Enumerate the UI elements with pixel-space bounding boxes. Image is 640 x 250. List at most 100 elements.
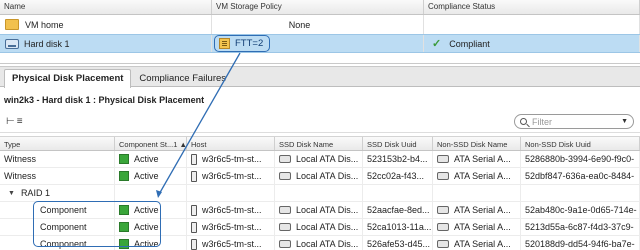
host-icon (191, 153, 197, 165)
cell-state: Active (134, 205, 159, 215)
cell-ssd-uuid: 523153b2-b4... (363, 151, 433, 167)
cell-state: Active (134, 222, 159, 232)
row-policy: None (288, 19, 311, 30)
row-name: VM home (25, 19, 64, 30)
row-compliance: Compliant (449, 38, 490, 49)
column-header-non-ssd-disk-name[interactable]: Non-SSD Disk Name (433, 137, 521, 150)
cell-ssd-uuid: 526afe53-d45... (363, 236, 433, 250)
column-header-compliance-status[interactable]: Compliance Status (424, 0, 640, 14)
cell-non-ssd-uuid: 5286880b-3994-6e90-f9c0- (521, 151, 640, 167)
cell-host[interactable]: w3r6c5-tm-st... (202, 171, 262, 181)
cell-type: RAID 1 (20, 188, 50, 198)
search-icon (520, 118, 527, 125)
cell-non-ssd-uuid: 52dbf847-636a-ea0c-8484- (521, 168, 640, 184)
cell-host[interactable]: w3r6c5-tm-st... (202, 154, 262, 164)
cell-type: Witness (0, 151, 115, 167)
collapse-all-icon[interactable]: ⊢ (6, 116, 17, 127)
cell-non-ssd-name: ATA Serial A... (454, 205, 511, 215)
column-header-vm-storage-policy[interactable]: VM Storage Policy (212, 0, 424, 14)
active-status-icon (119, 154, 129, 164)
storage-policy-label: FTT=2 (235, 38, 264, 49)
table-row[interactable]: Witness Active w3r6c5-tm-st... Local ATA… (0, 151, 640, 168)
column-header-component-state[interactable]: Component St... 1 ▲ (115, 137, 187, 150)
column-header-component-state-label: Component St... (119, 140, 174, 149)
panel-tabs: Physical Disk Placement Compliance Failu… (0, 67, 640, 88)
sort-indicator: 1 ▲ (173, 140, 187, 149)
table-row-raid-group[interactable]: ▼ RAID 1 (0, 185, 640, 202)
table-row[interactable]: Component Active w3r6c5-tm-st... Local A… (0, 236, 640, 250)
storage-policy-badge[interactable]: FTT=2 (214, 35, 271, 52)
table-row-vm-home[interactable]: VM home None (0, 15, 640, 34)
cell-type: Component (0, 202, 115, 218)
disk-icon (437, 240, 449, 248)
cell-ssd-name: Local ATA Dis... (296, 171, 359, 181)
cell-state: Active (134, 171, 159, 181)
cell-ssd-uuid: 52aacfae-8ed... (363, 202, 433, 218)
disk-icon (279, 240, 291, 248)
cell-host[interactable]: w3r6c5-tm-st... (202, 205, 262, 215)
column-header-type[interactable]: Type (0, 137, 115, 150)
cell-ssd-uuid: 52ca1013-11a... (363, 219, 433, 235)
active-status-icon (119, 171, 129, 181)
folder-icon (5, 19, 19, 30)
panel-title: win2k3 - Hard disk 1 : Physical Disk Pla… (4, 95, 205, 105)
cell-ssd-name: Local ATA Dis... (296, 154, 359, 164)
cell-host[interactable]: w3r6c5-tm-st... (202, 222, 262, 232)
tab-compliance-failures[interactable]: Compliance Failures (131, 69, 234, 86)
active-status-icon (119, 205, 129, 215)
table-row[interactable]: Component Active w3r6c5-tm-st... Local A… (0, 219, 640, 236)
column-header-name[interactable]: Name (0, 0, 212, 14)
column-header-ssd-disk-uuid[interactable]: SSD Disk Uuid (363, 137, 433, 150)
disk-icon (279, 223, 291, 231)
column-header-ssd-disk-name[interactable]: SSD Disk Name (275, 137, 363, 150)
host-icon (191, 238, 197, 250)
cell-non-ssd-name: ATA Serial A... (454, 154, 511, 164)
disk-icon (279, 206, 291, 214)
table-row[interactable]: Witness Active w3r6c5-tm-st... Local ATA… (0, 168, 640, 185)
placement-grid-header: Type Component St... 1 ▲ Host SSD Disk N… (0, 136, 640, 151)
list-view-icon[interactable]: ≡ (17, 116, 25, 127)
table-row-hard-disk-1[interactable]: Hard disk 1 FTT=2 ✓ Compliant (0, 34, 640, 53)
host-icon (191, 170, 197, 182)
cell-ssd-uuid: 52cc02a-f43... (363, 168, 433, 184)
cell-non-ssd-uuid: 5213d55a-6c87-f4d3-37c9- (521, 219, 640, 235)
disk-icon (279, 172, 291, 180)
disk-icon (437, 172, 449, 180)
host-icon (191, 204, 197, 216)
cell-state: Active (134, 154, 159, 164)
panel-toolbar: ⊢ ≡ Filter ▼ (0, 111, 640, 133)
column-header-host[interactable]: Host (187, 137, 275, 150)
storage-policy-icon (219, 38, 230, 49)
cell-non-ssd-name: ATA Serial A... (454, 222, 511, 232)
hard-disk-icon (5, 38, 19, 49)
cell-host[interactable]: w3r6c5-tm-st... (202, 239, 262, 249)
cell-type: Component (0, 236, 115, 250)
host-icon (191, 221, 197, 233)
cell-non-ssd-name: ATA Serial A... (454, 239, 511, 249)
active-status-icon (119, 222, 129, 232)
disk-icon (437, 223, 449, 231)
expand-caret-icon[interactable]: ▼ (8, 190, 15, 197)
cell-ssd-name: Local ATA Dis... (296, 239, 359, 249)
filter-placeholder: Filter (532, 116, 552, 127)
cell-state: Active (134, 239, 159, 249)
placement-grid: Type Component St... 1 ▲ Host SSD Disk N… (0, 136, 640, 250)
cell-ssd-name: Local ATA Dis... (296, 205, 359, 215)
cell-non-ssd-uuid: 520188d9-dd54-94f6-ba7e- (521, 236, 640, 250)
cell-type: Component (0, 219, 115, 235)
chevron-down-icon[interactable]: ▼ (621, 118, 628, 125)
filter-input[interactable]: Filter ▼ (514, 114, 634, 129)
cell-type: Witness (0, 168, 115, 184)
checkmark-icon: ✓ (432, 38, 442, 50)
disk-icon (279, 155, 291, 163)
disk-icon (437, 206, 449, 214)
vm-disks-table-header: Name VM Storage Policy Compliance Status (0, 0, 640, 15)
vm-disks-table: Name VM Storage Policy Compliance Status… (0, 0, 640, 64)
column-header-non-ssd-disk-uuid[interactable]: Non-SSD Disk Uuid (521, 137, 640, 150)
cell-non-ssd-uuid: 52ab480c-9a1e-0d65-714e- (521, 202, 640, 218)
active-status-icon (119, 239, 129, 249)
table-row[interactable]: Component Active w3r6c5-tm-st... Local A… (0, 202, 640, 219)
tab-physical-disk-placement[interactable]: Physical Disk Placement (4, 69, 132, 88)
cell-non-ssd-name: ATA Serial A... (454, 171, 511, 181)
row-name: Hard disk 1 (24, 38, 70, 49)
